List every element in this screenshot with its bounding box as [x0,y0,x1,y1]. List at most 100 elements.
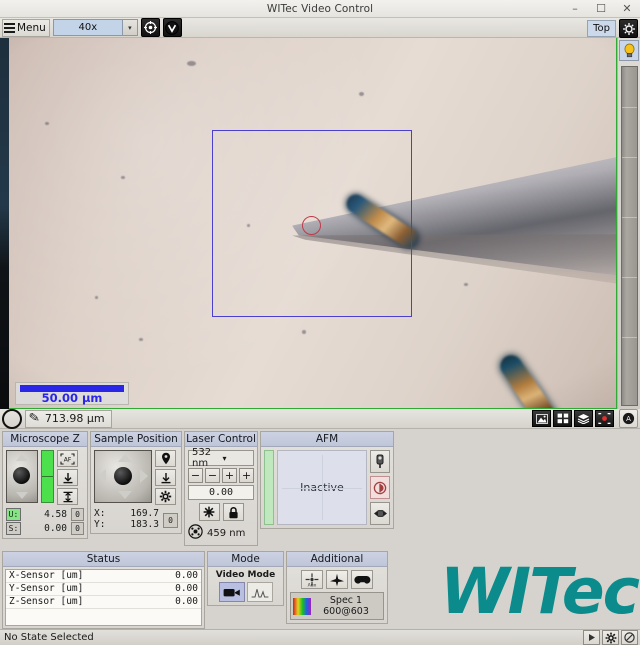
move-icon[interactable] [370,502,390,525]
z-knob[interactable] [13,467,30,484]
lightbulb-icon[interactable] [619,40,639,61]
laser-plus-fine[interactable]: + [222,468,237,483]
settings-a-icon[interactable]: A [619,409,638,428]
video-camera-icon[interactable] [218,582,245,602]
chevron-down-icon[interactable]: ▾ [122,19,138,36]
z-joystick-pad[interactable] [6,450,38,503]
play-icon[interactable] [583,630,600,645]
measure-tool[interactable]: ✎ 713.98 µm [25,409,112,428]
z-sensor-unit[interactable]: 0 [71,522,84,535]
ban-icon[interactable] [621,630,638,645]
z-sensor-value: 0.00 [44,523,67,534]
objective-value[interactable]: 40x [52,19,123,36]
panel-body: 532 nm ▾ − − + + 0.00 459 nm [185,447,257,545]
panel-row-top: Microscope Z AF U: 4.58 0 S: 0.00 0 Samp… [0,429,640,546]
hamburger-icon [4,22,15,33]
map-pin-icon[interactable] [155,450,176,467]
laser-minus-fine[interactable]: − [205,468,220,483]
laser-wavelength-value: 532 nm [192,447,212,469]
chevron-down-icon[interactable]: ▾ [220,454,254,463]
v-mode-icon[interactable] [162,18,182,37]
top-view-button[interactable]: Top [587,20,616,37]
aux-icon[interactable]: Aux [301,570,323,589]
xy-knob[interactable] [114,467,132,485]
status-label: Y-Sensor [um] [9,583,84,594]
status-value: 0.00 [175,596,198,607]
z-approach-button[interactable] [57,469,78,486]
status-label: X-Sensor [um] [9,570,84,581]
down-arrow-icon[interactable] [16,492,28,499]
grid-icon[interactable] [553,410,572,427]
airplane-icon[interactable] [326,570,348,589]
lock-icon[interactable] [222,503,244,521]
sample-approach-icon[interactable] [155,469,176,486]
close-button[interactable]: ✕ [614,0,640,17]
mode-active-label: Video Mode [215,570,276,580]
microscope-video-view[interactable]: 50.00 µm [9,38,617,409]
laser-power-value[interactable]: 0.00 [188,485,254,500]
aperture-icon[interactable] [188,524,203,542]
left-arrow-icon[interactable] [98,469,106,483]
circle-icon[interactable] [2,408,22,429]
tip-icon[interactable] [370,450,390,473]
z-user-badge: U: [6,508,21,521]
up-arrow-icon[interactable] [16,454,28,461]
image-icon[interactable] [532,410,551,427]
panel-microscope-z: Microscope Z AF U: 4.58 0 S: 0.00 0 [2,431,88,539]
window-controls: – ☐ ✕ [562,0,640,17]
minimize-button[interactable]: – [562,0,588,17]
witec-logo: WITec [440,555,640,628]
panel-title: Sample Position [91,432,181,447]
app-window: WITec Video Control – ☐ ✕ Menu 40x ▾ Top [0,0,640,645]
up-arrow-icon[interactable] [118,454,132,462]
gamepad-icon[interactable] [351,570,373,589]
feedback-icon[interactable] [370,476,390,499]
maximize-button[interactable]: ☐ [588,0,614,17]
laser-spot-marker[interactable] [302,216,321,235]
panel-body: X: 169.7 Y: 183.3 0 [91,447,181,533]
panel-title: Microscope Z [3,432,87,447]
down-arrow-icon[interactable] [118,491,132,499]
objective-selector[interactable]: 40x ▾ [52,19,138,36]
laser-icon[interactable] [198,503,220,521]
scale-bar: 50.00 µm [15,382,129,405]
menu-button[interactable]: Menu [2,18,50,37]
speck [302,330,306,334]
gear-icon[interactable] [602,630,619,645]
view-toolbar: ✎ 713.98 µm A [0,408,640,429]
video-area: 50.00 µm [0,38,640,409]
menu-label: Menu [17,21,46,34]
laser-minus-coarse[interactable]: − [188,468,203,483]
afm-scan-view[interactable]: Inactive [277,450,367,525]
speck [187,61,196,66]
target-icon[interactable] [140,18,160,37]
gear-icon[interactable] [155,488,176,505]
table-row: Y-Sensor [um] 0.00 [6,583,201,596]
laser-wavelength-select[interactable]: 532 nm ▾ [188,447,254,469]
laser-plus-coarse[interactable]: + [239,468,254,483]
layers-icon[interactable] [574,410,593,427]
z-user-unit[interactable]: 0 [71,508,84,521]
xy-joystick-pad[interactable] [94,450,152,503]
scale-bar-label: 50.00 µm [41,391,103,405]
record-target-icon[interactable] [595,410,614,427]
z-user-value: 4.58 [44,509,67,520]
status-value: 0.00 [175,583,198,594]
right-arrow-icon[interactable] [140,469,148,483]
zero-position-button[interactable]: 0 [163,513,178,528]
camera-settings-icon[interactable] [619,19,638,38]
main-toolbar: Menu 40x ▾ Top [0,18,640,38]
z-range-button[interactable] [57,488,78,505]
status-table: X-Sensor [um] 0.00 Y-Sensor [um] 0.00 Z-… [5,569,202,626]
secondary-wavelength: 459 nm [207,527,246,539]
spectrometer-card[interactable]: Spec 1 600@603 [290,592,384,620]
autofocus-button[interactable]: AF [57,450,78,467]
status-bar-text: No State Selected [4,632,94,643]
illumination-slider[interactable] [620,66,638,406]
panel-laser-control: Laser Control 532 nm ▾ − − + + 0.00 459 … [184,431,258,546]
crosshair-h [282,487,362,489]
spectrum-icon[interactable] [246,582,273,602]
spectrum-color-icon [293,597,311,615]
panel-afm: AFM Inactive [260,431,394,529]
z-level-indicator[interactable] [41,450,54,503]
